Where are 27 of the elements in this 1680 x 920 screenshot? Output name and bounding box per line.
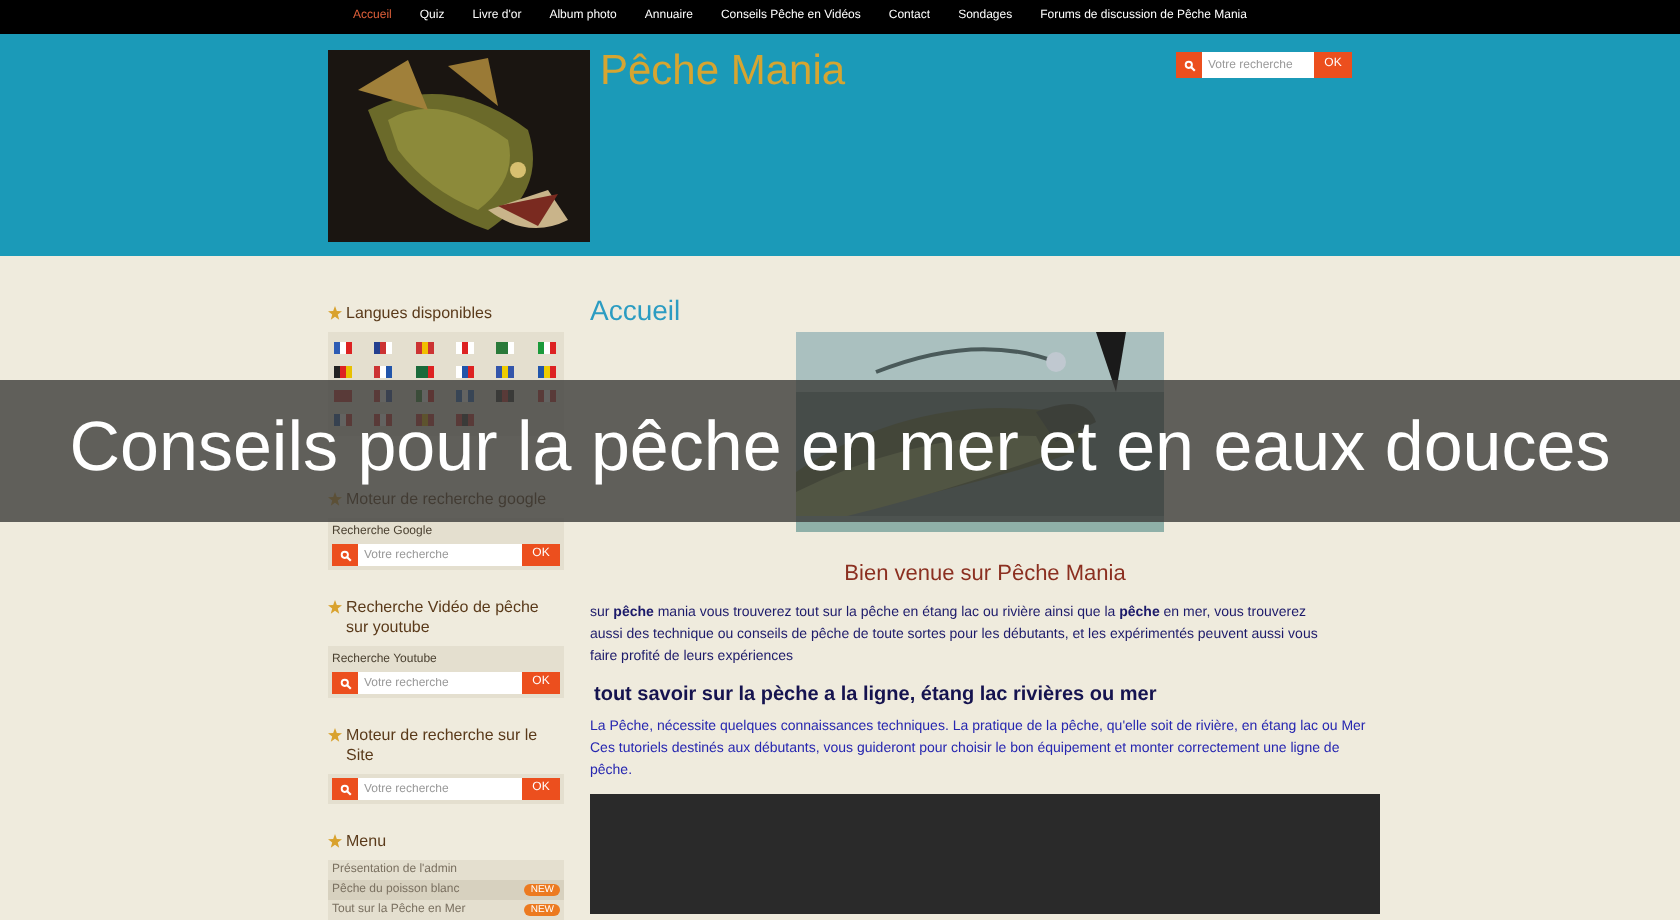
flag-icon[interactable]: [537, 342, 556, 354]
star-icon: [328, 728, 342, 742]
flag-icon[interactable]: [334, 366, 352, 378]
flag-icon[interactable]: [415, 366, 434, 378]
flag-icon[interactable]: [537, 366, 556, 378]
search-icon: [339, 549, 351, 561]
flag-icon[interactable]: [455, 366, 474, 378]
search-icon: [339, 783, 351, 795]
section-heading: Recherche Vidéo de pêche sur youtube: [346, 598, 541, 638]
flag-icon[interactable]: [496, 366, 515, 378]
flag-icon[interactable]: [374, 366, 393, 378]
flag-icon[interactable]: [334, 342, 352, 354]
page-title: Accueil: [590, 294, 683, 326]
search-icon: [1183, 59, 1195, 71]
flag-icon[interactable]: [455, 342, 474, 354]
section-subtitle: tout savoir sur la pèche a la ligne, étang lac rivières ou mer: [594, 681, 1159, 709]
flag-icon[interactable]: [374, 342, 393, 354]
section-heading: Menu: [346, 832, 387, 852]
flag-icon[interactable]: [496, 342, 515, 354]
welcome-heading: Bien venue sur Pêche Mania: [842, 560, 1128, 590]
star-icon: [328, 834, 342, 848]
search-icon: [339, 677, 351, 689]
star-icon: [328, 306, 342, 320]
star-icon: [328, 600, 342, 614]
site-title: Pêche Mania: [600, 50, 846, 98]
section-heading: Moteur de recherche sur le Site: [346, 726, 540, 766]
section-heading: Langues disponibles: [346, 304, 492, 324]
